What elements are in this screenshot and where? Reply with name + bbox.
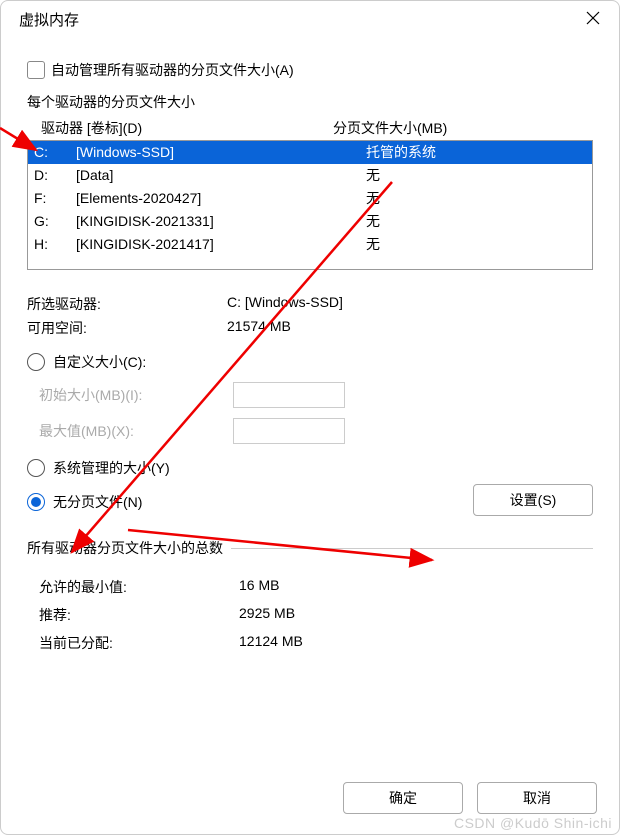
cur-value: 12124 MB — [239, 633, 303, 653]
auto-manage-label: 自动管理所有驱动器的分页文件大小(A) — [51, 60, 294, 80]
custom-size-label: 自定义大小(C): — [53, 352, 146, 372]
drive-size: 无 — [366, 165, 380, 186]
drive-size: 托管的系统 — [366, 142, 436, 163]
cur-label: 当前已分配: — [39, 633, 239, 653]
system-managed-radio-row[interactable]: 系统管理的大小(Y) — [27, 458, 593, 478]
close-icon[interactable] — [585, 10, 605, 30]
totals-group: 所有驱动器分页文件大小的总数 允许的最小值: 16 MB 推荐: 2925 MB… — [27, 548, 593, 653]
drive-size: 无 — [366, 234, 380, 255]
rec-value: 2925 MB — [239, 605, 295, 625]
drive-letter: H: — [34, 234, 76, 255]
no-paging-radio[interactable] — [27, 493, 45, 511]
drive-row[interactable]: G: [KINGIDISK-2021331] 无 — [28, 210, 592, 233]
selected-drive-row: 所选驱动器: C: [Windows-SSD] — [27, 294, 593, 314]
selected-drive-value: C: [Windows-SSD] — [227, 294, 343, 314]
rec-label: 推荐: — [39, 605, 239, 625]
drive-label: [KINGIDISK-2021417] — [76, 234, 366, 255]
header-drive-col: 驱动器 [卷标](D) — [41, 118, 333, 138]
drive-row[interactable]: F: [Elements-2020427] 无 — [28, 187, 592, 210]
max-size-row: 最大值(MB)(X): — [27, 418, 593, 444]
ok-button[interactable]: 确定 — [343, 782, 463, 814]
max-size-label: 最大值(MB)(X): — [39, 421, 225, 441]
drive-letter: F: — [34, 188, 76, 209]
min-row: 允许的最小值: 16 MB — [39, 577, 593, 597]
auto-manage-row[interactable]: 自动管理所有驱动器的分页文件大小(A) — [27, 60, 593, 80]
cur-row: 当前已分配: 12124 MB — [39, 633, 593, 653]
totals-group-label: 所有驱动器分页文件大小的总数 — [27, 538, 231, 558]
drive-label: [Windows-SSD] — [76, 142, 366, 163]
max-size-input[interactable] — [233, 418, 345, 444]
system-managed-label: 系统管理的大小(Y) — [53, 458, 170, 478]
drive-size: 无 — [366, 211, 380, 232]
drive-row[interactable]: H: [KINGIDISK-2021417] 无 — [28, 233, 592, 256]
drive-label: [Elements-2020427] — [76, 188, 366, 209]
per-drive-group-label: 每个驱动器的分页文件大小 — [27, 92, 593, 112]
header-size-col: 分页文件大小(MB) — [333, 118, 447, 138]
min-value: 16 MB — [239, 577, 279, 597]
cancel-button[interactable]: 取消 — [477, 782, 597, 814]
initial-size-label: 初始大小(MB)(I): — [39, 385, 225, 405]
window-title: 虚拟内存 — [19, 9, 79, 30]
initial-size-row: 初始大小(MB)(I): — [27, 382, 593, 408]
rec-row: 推荐: 2925 MB — [39, 605, 593, 625]
drive-list-header: 驱动器 [卷标](D) 分页文件大小(MB) — [27, 118, 593, 138]
custom-size-radio-row[interactable]: 自定义大小(C): — [27, 352, 593, 372]
auto-manage-checkbox[interactable] — [27, 61, 45, 79]
selected-drive-label: 所选驱动器: — [27, 294, 227, 314]
drive-size: 无 — [366, 188, 380, 209]
custom-size-radio[interactable] — [27, 353, 45, 371]
free-space-row: 可用空间: 21574 MB — [27, 318, 593, 338]
min-label: 允许的最小值: — [39, 577, 239, 597]
free-space-label: 可用空间: — [27, 318, 227, 338]
drive-letter: D: — [34, 165, 76, 186]
drive-letter: C: — [34, 142, 76, 163]
virtual-memory-dialog: 虚拟内存 自动管理所有驱动器的分页文件大小(A) 每个驱动器的分页文件大小 驱动… — [0, 0, 620, 835]
watermark: CSDN @Kudō Shin-ichi — [454, 815, 612, 831]
drive-label: [KINGIDISK-2021331] — [76, 211, 366, 232]
set-button[interactable]: 设置(S) — [473, 484, 593, 516]
system-managed-radio[interactable] — [27, 459, 45, 477]
free-space-value: 21574 MB — [227, 318, 291, 338]
drive-row[interactable]: C: [Windows-SSD] 托管的系统 — [28, 141, 592, 164]
titlebar: 虚拟内存 — [1, 1, 619, 38]
initial-size-input[interactable] — [233, 382, 345, 408]
drive-label: [Data] — [76, 165, 366, 186]
drive-list[interactable]: C: [Windows-SSD] 托管的系统 D: [Data] 无 F: [E… — [27, 140, 593, 270]
drive-row[interactable]: D: [Data] 无 — [28, 164, 592, 187]
drive-letter: G: — [34, 211, 76, 232]
